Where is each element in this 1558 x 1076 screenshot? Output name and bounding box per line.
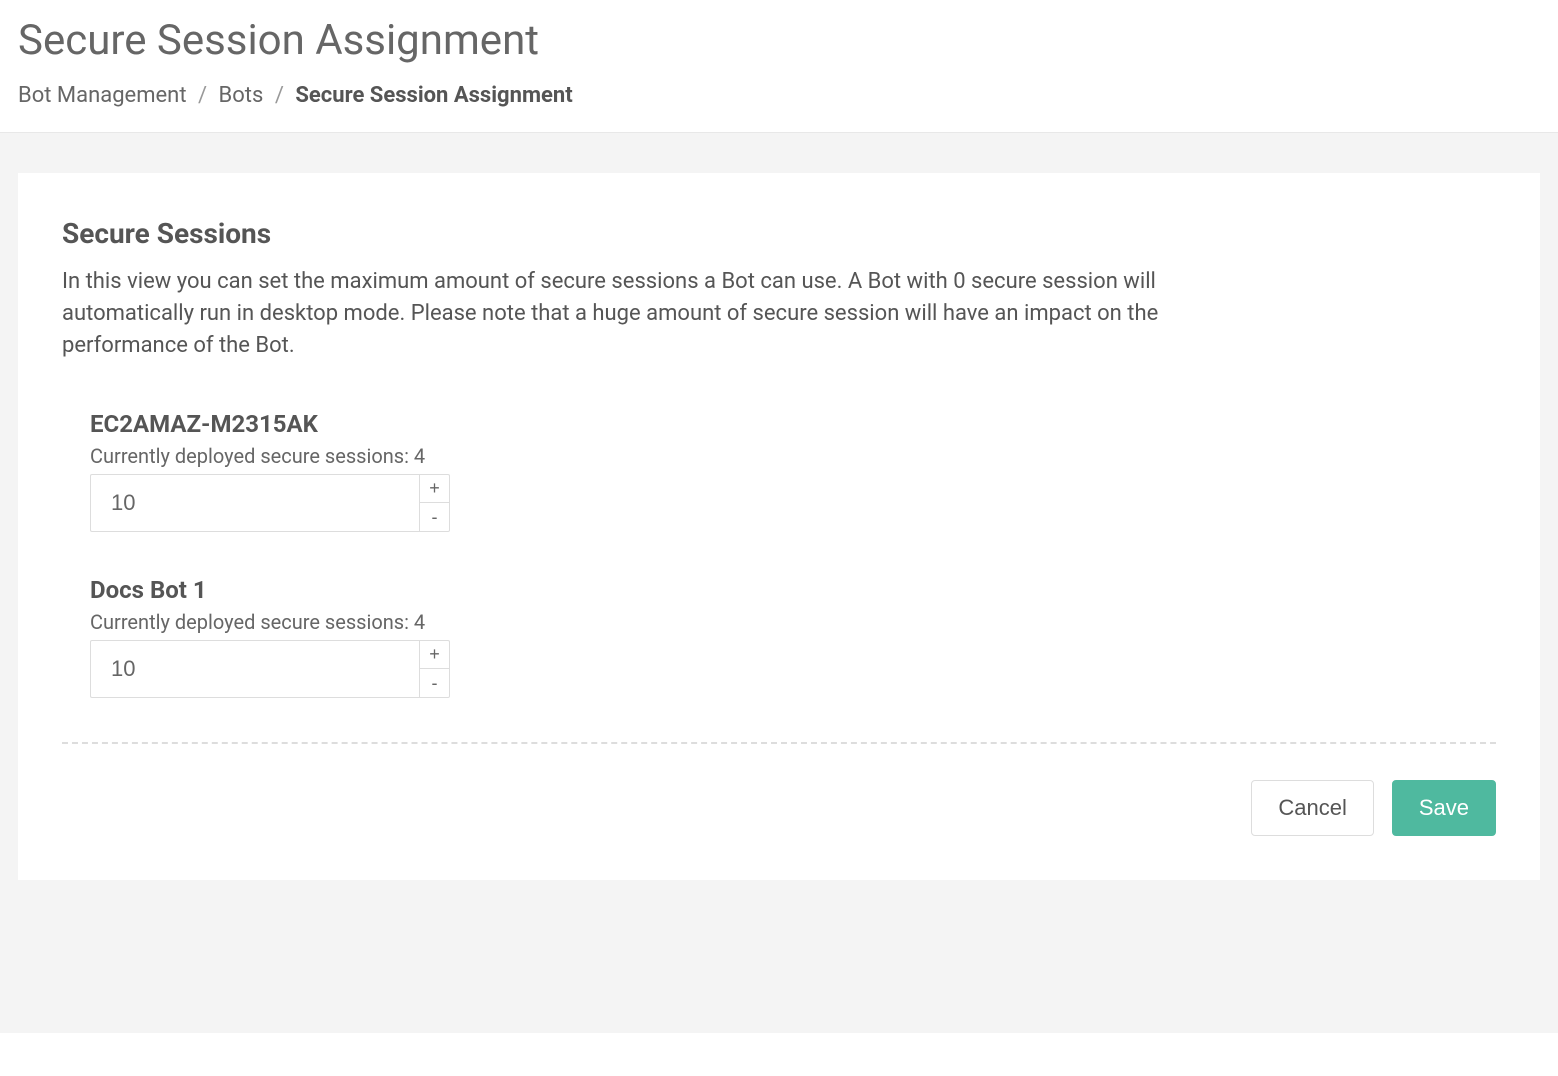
increment-button[interactable]: +: [419, 474, 450, 503]
bot-name: EC2AMAZ-M2315AK: [90, 410, 1496, 438]
breadcrumb-current: Secure Session Assignment: [295, 83, 572, 108]
breadcrumb-bots[interactable]: Bots: [219, 83, 264, 108]
session-stepper: + -: [90, 474, 450, 532]
page-header: Secure Session Assignment Bot Management…: [0, 0, 1558, 133]
bot-block: EC2AMAZ-M2315AK Currently deployed secur…: [90, 410, 1496, 532]
save-button[interactable]: Save: [1392, 780, 1496, 836]
increment-button[interactable]: +: [419, 640, 450, 669]
section-description: In this view you can set the maximum amo…: [62, 266, 1242, 362]
page-title: Secure Session Assignment: [18, 16, 1540, 65]
session-count-input[interactable]: [90, 474, 419, 532]
breadcrumb-separator: /: [198, 83, 207, 108]
bot-deployed-sessions: Currently deployed secure sessions: 4: [90, 610, 1496, 634]
breadcrumb-separator: /: [275, 83, 284, 108]
decrement-button[interactable]: -: [419, 668, 450, 698]
session-count-input[interactable]: [90, 640, 419, 698]
bot-deployed-sessions: Currently deployed secure sessions: 4: [90, 444, 1496, 468]
footer-actions: Cancel Save: [62, 780, 1496, 836]
secure-sessions-panel: Secure Sessions In this view you can set…: [18, 173, 1540, 880]
section-title: Secure Sessions: [62, 217, 1496, 250]
decrement-button[interactable]: -: [419, 502, 450, 532]
cancel-button[interactable]: Cancel: [1251, 780, 1373, 836]
content-area: Secure Sessions In this view you can set…: [0, 133, 1558, 1033]
divider: [62, 742, 1496, 744]
breadcrumb: Bot Management / Bots / Secure Session A…: [18, 83, 1540, 108]
bot-name: Docs Bot 1: [90, 576, 1496, 604]
session-stepper: + -: [90, 640, 450, 698]
breadcrumb-bot-management[interactable]: Bot Management: [18, 83, 187, 108]
bot-block: Docs Bot 1 Currently deployed secure ses…: [90, 576, 1496, 698]
